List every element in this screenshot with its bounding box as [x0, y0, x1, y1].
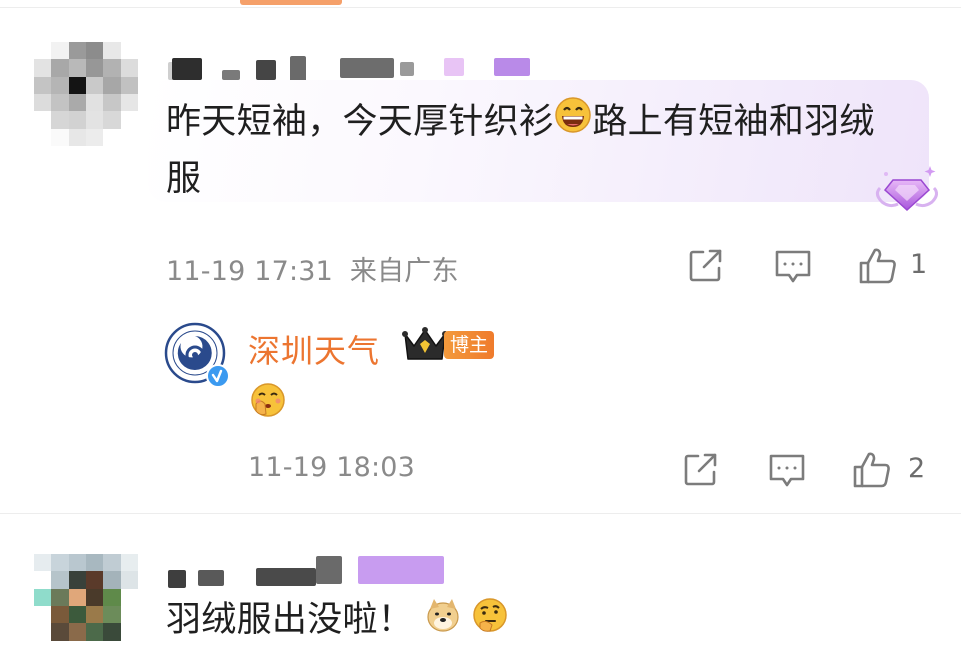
share-icon[interactable] — [687, 248, 723, 284]
top-divider — [0, 7, 961, 8]
username-blur — [400, 62, 414, 76]
comment-divider — [0, 513, 961, 514]
comment-icon[interactable] — [768, 452, 806, 490]
comment-location: 来自广东 — [349, 256, 459, 287]
shushing-face-emoji — [250, 382, 286, 422]
username-blur — [256, 568, 316, 586]
level-badge-blur — [358, 556, 444, 584]
commenter-avatar[interactable] — [34, 42, 138, 146]
doge-emoji — [425, 597, 461, 646]
reply-timestamp: 11-19 18:03 — [248, 452, 416, 483]
verified-badge-icon — [206, 364, 230, 392]
username-blur — [222, 70, 240, 80]
thinking-face-emoji — [472, 597, 508, 646]
crown-icon — [402, 326, 448, 366]
username-blur — [340, 58, 394, 78]
like-count: 1 — [910, 249, 928, 280]
level-badge-blur — [444, 58, 464, 76]
like-count: 2 — [908, 453, 926, 484]
comment-timestamp: 11-19 17:31 — [166, 256, 334, 287]
thumbs-up-icon[interactable] — [858, 246, 898, 286]
username-blur — [290, 56, 306, 82]
comment-text-body: 羽绒服出没啦！ — [166, 600, 414, 640]
reply-author-name[interactable]: 深圳天气 — [248, 326, 380, 372]
username-blur — [316, 556, 342, 584]
grinning-face-emoji — [554, 95, 592, 151]
username-blur — [172, 58, 202, 80]
blogger-badge: 博主 — [444, 331, 495, 359]
comment-meta: 11-19 17:31 来自广东 — [166, 249, 459, 288]
level-badge-blur — [494, 58, 530, 76]
top-tab-indicator — [240, 0, 342, 5]
comment-text-part-3: 服 — [166, 159, 202, 199]
comment-text: 昨天短袖，今天厚针织衫 路上有短袖和羽绒 服 — [166, 94, 910, 207]
username-blur[interactable] — [168, 570, 186, 588]
diamond-badge-icon — [872, 160, 942, 220]
comment-icon[interactable] — [774, 248, 812, 286]
comment-text-part-2: 路上有短袖和羽绒 — [592, 102, 875, 142]
comment-text: 羽绒服出没啦！ — [166, 596, 910, 646]
commenter-avatar[interactable] — [34, 554, 138, 658]
share-icon[interactable] — [682, 452, 718, 488]
comment-text-part-1: 昨天短袖，今天厚针织衫 — [166, 102, 555, 142]
thumbs-up-icon[interactable] — [852, 450, 892, 490]
username-blur — [256, 60, 276, 80]
username-blur — [198, 570, 224, 586]
